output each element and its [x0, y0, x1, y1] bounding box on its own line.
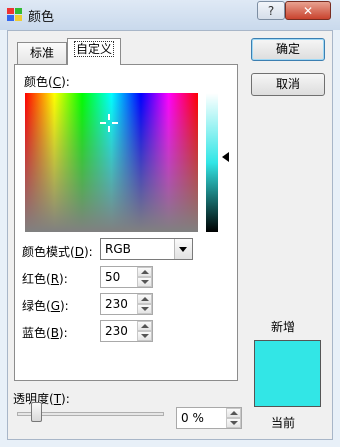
green-label: 绿色(G): [22, 299, 69, 313]
cancel-button[interactable]: 取消 [251, 73, 325, 96]
spin-down-icon[interactable] [226, 418, 241, 428]
crosshair-icon [100, 114, 118, 132]
luminance-bar[interactable] [206, 93, 218, 232]
green-stepper[interactable]: 230 [100, 293, 153, 315]
colors-label: 颜色(C): [24, 75, 70, 89]
ok-button[interactable]: 确定 [251, 38, 325, 61]
chevron-down-icon[interactable] [174, 239, 192, 259]
color-model-label: 颜色模式(D): [22, 245, 93, 259]
transparency-slider-thumb[interactable] [31, 402, 42, 422]
blue-value[interactable]: 230 [105, 324, 128, 338]
close-button[interactable]: ✕ [285, 1, 331, 20]
spin-up-icon[interactable] [226, 408, 241, 418]
red-label: 红色(R): [22, 272, 68, 286]
color-model-select[interactable]: RGB [100, 238, 193, 260]
green-value[interactable]: 230 [105, 297, 128, 311]
blue-label: 蓝色(B): [22, 326, 68, 340]
red-stepper[interactable]: 50 [100, 266, 153, 288]
tab-standard-label: 标准 [29, 46, 54, 60]
help-button[interactable]: ? [257, 1, 285, 20]
luminance-arrow-icon[interactable] [222, 152, 229, 162]
spin-up-icon[interactable] [137, 294, 152, 304]
transparency-value[interactable]: 0 % [181, 411, 204, 425]
color-model-value: RGB [105, 242, 131, 256]
close-icon: ✕ [302, 4, 314, 18]
color-palette-icon [7, 8, 22, 21]
red-value[interactable]: 50 [105, 270, 120, 284]
tab-standard[interactable]: 标准 [17, 42, 67, 64]
spin-down-icon[interactable] [137, 277, 152, 287]
tab-custom-label: 自定义 [73, 41, 115, 57]
transparency-stepper[interactable]: 0 % [176, 407, 242, 429]
spin-down-icon[interactable] [137, 304, 152, 314]
window-title: 颜色 [28, 10, 55, 25]
color-preview-swatch [254, 340, 321, 407]
spin-down-icon[interactable] [137, 331, 152, 341]
spin-up-icon[interactable] [137, 321, 152, 331]
blue-stepper[interactable]: 230 [100, 320, 153, 342]
tab-custom[interactable]: 自定义 [67, 38, 121, 65]
spin-up-icon[interactable] [137, 267, 152, 277]
current-color-label: 当前 [271, 416, 296, 430]
new-color-label: 新增 [271, 320, 296, 334]
